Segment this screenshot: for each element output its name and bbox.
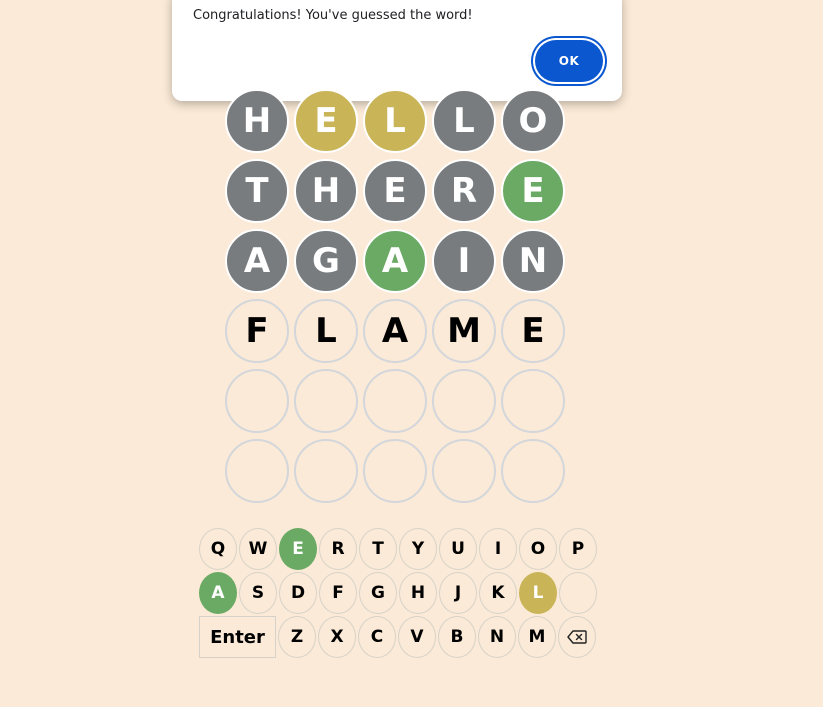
key-k[interactable]: K <box>479 572 517 614</box>
dialog-message: Congratulations! You've guessed the word… <box>193 8 473 23</box>
key-m[interactable]: M <box>518 616 556 658</box>
key-v[interactable]: V <box>398 616 436 658</box>
tile: H <box>225 89 289 153</box>
key-e[interactable]: E <box>279 528 317 570</box>
key-blank[interactable] <box>559 572 597 614</box>
ok-button[interactable]: OK <box>535 40 603 82</box>
tile: A <box>363 299 427 363</box>
tile: H <box>294 159 358 223</box>
tile: O <box>501 89 565 153</box>
key-x[interactable]: X <box>318 616 356 658</box>
tile: L <box>432 89 496 153</box>
tile: M <box>432 299 496 363</box>
key-j[interactable]: J <box>439 572 477 614</box>
tile-empty <box>294 439 358 503</box>
tile: G <box>294 229 358 293</box>
key-s[interactable]: S <box>239 572 277 614</box>
tile-empty <box>432 369 496 433</box>
tile-empty <box>501 369 565 433</box>
backspace-key[interactable] <box>558 616 596 658</box>
tile: A <box>225 229 289 293</box>
on-screen-keyboard: Q W E R T Y U I O P A S D F G H J K L En… <box>199 528 599 660</box>
key-f[interactable]: F <box>319 572 357 614</box>
tile-empty <box>432 439 496 503</box>
key-i[interactable]: I <box>479 528 517 570</box>
keyboard-row-2: A S D F G H J K L <box>199 572 599 614</box>
alert-dialog: Congratulations! You've guessed the word… <box>172 0 622 101</box>
key-l[interactable]: L <box>519 572 557 614</box>
backspace-icon <box>567 630 587 644</box>
board-row-1: H E L L O <box>225 89 565 153</box>
board-row-2: T H E R E <box>225 159 565 223</box>
key-g[interactable]: G <box>359 572 397 614</box>
key-b[interactable]: B <box>438 616 476 658</box>
tile: E <box>294 89 358 153</box>
enter-key[interactable]: Enter <box>199 616 276 658</box>
tile: E <box>363 159 427 223</box>
board-row-6 <box>225 439 565 503</box>
tile: I <box>432 229 496 293</box>
board-row-4: F L A M E <box>225 299 565 363</box>
tile: E <box>501 299 565 363</box>
key-p[interactable]: P <box>559 528 597 570</box>
tile: T <box>225 159 289 223</box>
tile: A <box>363 229 427 293</box>
key-q[interactable]: Q <box>199 528 237 570</box>
game-board: H E L L O T H E R E A G A I N F L A M E <box>225 89 565 509</box>
key-z[interactable]: Z <box>278 616 316 658</box>
key-d[interactable]: D <box>279 572 317 614</box>
key-o[interactable]: O <box>519 528 557 570</box>
key-t[interactable]: T <box>359 528 397 570</box>
keyboard-row-1: Q W E R T Y U I O P <box>199 528 599 570</box>
tile-empty <box>225 439 289 503</box>
key-w[interactable]: W <box>239 528 277 570</box>
tile: E <box>501 159 565 223</box>
tile: R <box>432 159 496 223</box>
key-h[interactable]: H <box>399 572 437 614</box>
board-row-5 <box>225 369 565 433</box>
key-y[interactable]: Y <box>399 528 437 570</box>
key-n[interactable]: N <box>478 616 516 658</box>
tile: N <box>501 229 565 293</box>
tile: L <box>294 299 358 363</box>
key-u[interactable]: U <box>439 528 477 570</box>
tile-empty <box>363 439 427 503</box>
tile-empty <box>225 369 289 433</box>
tile-empty <box>363 369 427 433</box>
tile: F <box>225 299 289 363</box>
key-a[interactable]: A <box>199 572 237 614</box>
tile: L <box>363 89 427 153</box>
tile-empty <box>294 369 358 433</box>
key-r[interactable]: R <box>319 528 357 570</box>
key-c[interactable]: C <box>358 616 396 658</box>
keyboard-row-3: Enter Z X C V B N M <box>199 616 599 658</box>
board-row-3: A G A I N <box>225 229 565 293</box>
tile-empty <box>501 439 565 503</box>
